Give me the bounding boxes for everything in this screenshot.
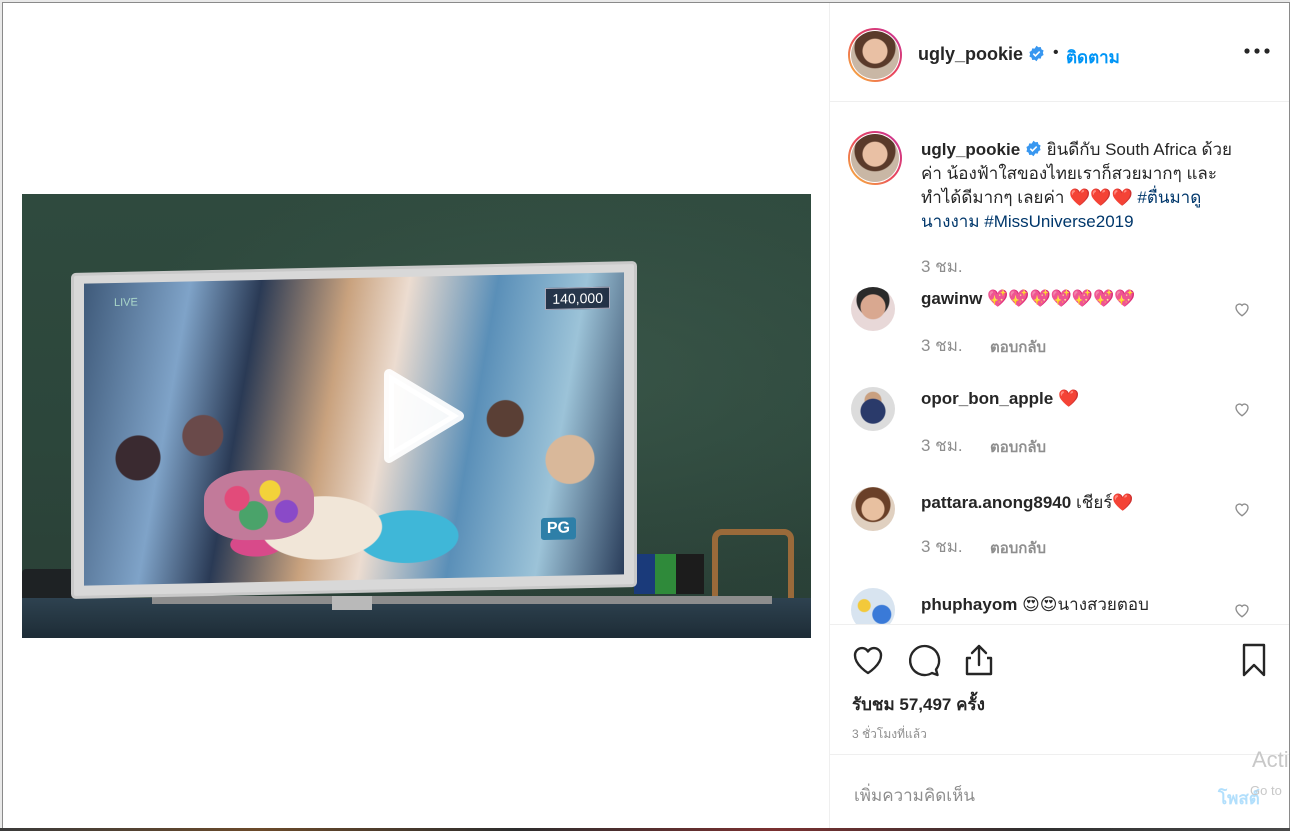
caption-time[interactable]: 3 ชม. [921, 253, 963, 280]
like-comment-heart-icon[interactable] [1233, 300, 1251, 318]
comment-username[interactable]: opor_bon_apple [921, 389, 1053, 408]
caption-username[interactable]: ugly_pookie [921, 140, 1020, 159]
comment: opor_bon_apple ❤️ [921, 389, 1079, 409]
os-activation-watermark-subtext: Go to [1250, 783, 1282, 798]
more-options-icon[interactable] [1242, 39, 1272, 63]
comment-text: 💖💖💖💖💖💖💖 [987, 289, 1136, 308]
comment-username[interactable]: pattara.anong8940 [921, 493, 1071, 512]
video-scene-desk [22, 598, 811, 638]
comment: pattara.anong8940 เชียร์❤️ [921, 489, 1134, 516]
author-username-text[interactable]: ugly_pookie [918, 44, 1023, 64]
save-bookmark-icon[interactable] [1236, 642, 1272, 678]
post-actions: รับชม 57,497 ครั้ง 3 ชั่วโมงที่แล้ว [830, 624, 1289, 755]
comment-time[interactable]: 3 ชม. [921, 332, 963, 359]
avatar-photo [851, 31, 899, 79]
video-player[interactable]: LIVE 140,000 PG [22, 194, 811, 638]
like-comment-heart-icon[interactable] [1233, 400, 1251, 418]
commenter-avatar[interactable] [851, 287, 895, 331]
view-count[interactable]: รับชม 57,497 ครั้ง [852, 691, 985, 718]
video-scene-tv-stand [332, 596, 372, 610]
comment-username[interactable]: gawinw [921, 289, 982, 308]
reply-button[interactable]: ตอบกลับ [990, 435, 1046, 459]
commenter-avatar[interactable] [851, 487, 895, 531]
tv-live-label: LIVE [114, 296, 138, 310]
add-comment-bar: โพสต์ [830, 754, 1289, 829]
caption-author-avatar[interactable] [848, 131, 902, 185]
caption-hashtag[interactable]: #MissUniverse2019 [984, 212, 1133, 231]
video-scene-tv: LIVE 140,000 PG [74, 264, 634, 596]
like-heart-icon[interactable] [850, 642, 886, 678]
share-icon[interactable] [961, 642, 997, 678]
video-scene-desk-top [152, 596, 772, 604]
comment: phuphayom 😍😍นางสวยตอบ [921, 591, 1149, 618]
like-comment-heart-icon[interactable] [1233, 500, 1251, 518]
tv-screen: LIVE 140,000 PG [84, 272, 624, 586]
author-avatar[interactable] [848, 28, 902, 82]
comment: gawinw 💖💖💖💖💖💖💖 [921, 289, 1135, 309]
reply-button[interactable]: ตอบกลับ [990, 335, 1046, 359]
tv-rating-badge: PG [540, 517, 576, 541]
post-caption: ugly_pookie ยินดีกับ South Africa ด้วยค่… [921, 138, 1251, 234]
comment-username[interactable]: phuphayom [921, 595, 1017, 614]
like-comment-heart-icon[interactable] [1233, 601, 1251, 619]
reply-button[interactable]: ตอบกลับ [990, 536, 1046, 560]
header-separator-dot: • [1053, 44, 1059, 61]
verified-badge-icon [1029, 45, 1044, 62]
comment-text: เชียร์❤️ [1075, 493, 1134, 512]
play-icon[interactable] [377, 366, 467, 466]
author-username[interactable]: ugly_pookie [918, 44, 1045, 65]
video-scene-boxes [634, 554, 704, 594]
avatar-photo [851, 134, 899, 182]
media-panel: LIVE 140,000 PG [3, 3, 829, 829]
tv-screen-crowd [84, 362, 624, 586]
add-comment-input[interactable] [852, 781, 1196, 811]
tv-screen-bouquet [204, 468, 314, 542]
comment-text: 😍😍นางสวยตอบ [1022, 595, 1149, 614]
follow-button[interactable]: ติดตาม [1066, 44, 1120, 71]
comment-time[interactable]: 3 ชม. [921, 533, 963, 560]
post-details-panel: ugly_pookie • ติดตาม ugly_pookie ยินดีกั… [829, 3, 1289, 829]
verified-badge-icon [1026, 140, 1041, 157]
tv-vote-counter: 140,000 [545, 286, 610, 310]
commenter-avatar[interactable] [851, 588, 895, 624]
comment-time[interactable]: 3 ชม. [921, 432, 963, 459]
post-dialog: LIVE 140,000 PG ugly_pookie • ติดตาม ugl… [2, 2, 1290, 830]
os-activation-watermark: Acti [1252, 747, 1289, 772]
comments-list[interactable]: ugly_pookie ยินดีกับ South Africa ด้วยค่… [830, 102, 1289, 624]
comment-text: ❤️ [1057, 389, 1080, 408]
post-timestamp[interactable]: 3 ชั่วโมงที่แล้ว [852, 725, 927, 744]
comment-bubble-icon[interactable] [906, 642, 942, 678]
commenter-avatar[interactable] [851, 387, 895, 431]
post-header: ugly_pookie • ติดตาม [830, 3, 1289, 102]
